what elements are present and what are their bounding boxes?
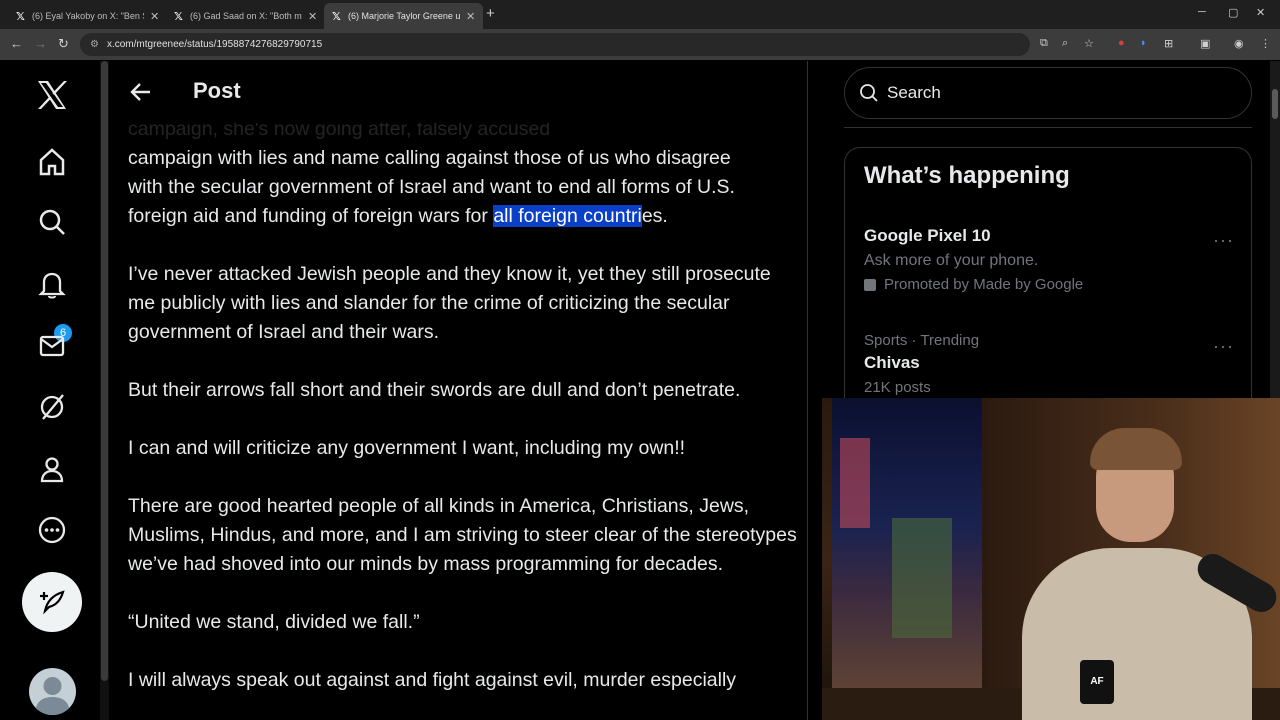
install-app-icon[interactable]: ⧉ [1040,37,1048,50]
x-favicon-icon: 𝕏 [332,10,341,23]
left-navigation: 6 [0,61,100,720]
reload-icon[interactable]: ↻ [58,36,69,52]
post-paragraph: But their arrows fall short and their sw… [128,379,741,401]
site-info-icon[interactable]: ⚙ [90,39,99,50]
promoted-text: Promoted by Made by Google [884,276,1084,293]
browser-tab-active[interactable]: 𝕏 (6) Marjorie Taylor Greene us o ✕ [324,3,484,29]
back-arrow-icon[interactable] [130,81,152,103]
url-text: x.com/mtgreenee/status/19588742768297907… [106,39,323,50]
tab-close-icon[interactable]: ✕ [150,10,159,23]
post-body: campaign, she's now going after, falsely… [128,115,798,695]
promoted-label: Promoted by Made by Google [864,276,1234,293]
trend-description: Ask more of your phone. [864,252,1039,269]
post-text-line: with the secular government of Israel an… [128,176,735,198]
divider [844,127,1252,128]
x-favicon-icon: 𝕏 [174,10,183,23]
x-favicon-icon: 𝕏 [16,10,25,23]
bookmark-star-icon[interactable]: ☆ [1084,37,1094,50]
selected-text: all foreign countri [493,205,642,227]
extension-icon[interactable]: ● [1118,37,1125,49]
nav-scrollbar[interactable] [100,61,109,720]
extension-icon[interactable]: ◗ [1140,37,1147,49]
tab-title: (6) Marjorie Taylor Greene us o [348,11,460,21]
zoom-icon[interactable]: ⌕ [1062,37,1068,50]
tab-title: (6) Eyal Yakoby on X: "Ben Shap [32,11,144,21]
maximize-icon[interactable]: ▢ [1228,6,1238,19]
main-column: Post campaign, she's now going after, fa… [110,61,808,720]
promoted-icon [864,278,876,291]
compose-post-button[interactable] [22,572,82,632]
post-header: Post [110,61,807,123]
account-avatar[interactable] [29,668,76,715]
browser-tabbar: 𝕏 (6) Eyal Yakoby on X: "Ben Shap ✕ 𝕏 (6… [0,0,1280,29]
close-window-icon[interactable]: ✕ [1256,6,1265,19]
grok-icon[interactable] [34,389,70,425]
search-placeholder: Search [887,83,941,102]
more-options-icon[interactable]: ··· [1213,230,1234,251]
page-scrollbar[interactable] [1270,61,1280,401]
post-text-fragment: foreign aid and funding of foreign wars … [128,205,494,227]
explore-icon[interactable] [34,204,70,240]
webcam-city-light [892,518,952,638]
page-title: Post [193,78,241,103]
profile-icon[interactable] [34,451,70,487]
more-icon[interactable] [34,512,70,548]
back-nav-icon[interactable]: ← [10,36,23,51]
post-paragraph: I’ve never attacked Jewish people and th… [128,263,771,343]
tab-title: (6) Gad Saad on X: "Both my wi [190,11,302,21]
browser-tab[interactable]: 𝕏 (6) Eyal Yakoby on X: "Ben Shap ✕ [8,3,167,29]
tab-close-icon[interactable]: ✕ [308,10,317,23]
x-logo-icon[interactable] [34,77,70,113]
profile-account-icon[interactable]: ◉ [1234,37,1244,50]
post-paragraph: “United we stand, divided we fall.” [128,611,420,633]
search-icon [860,84,878,102]
forward-nav-icon[interactable]: → [34,36,47,51]
mug-logo: AF [1090,676,1104,687]
post-paragraph: I will always speak out against and figh… [128,669,737,691]
trend-category: Sports · Trending [864,332,980,349]
extensions-puzzle-icon[interactable]: ⊞ [1164,37,1173,50]
trend-item[interactable]: Sports · Trending Chivas 21K posts ··· [864,332,1234,396]
post-paragraph: I can and will criticize any government … [128,437,686,459]
post-text-line: foreign aid and funding of foreign wars … [128,202,798,231]
trend-name: Google Pixel 10 [864,226,991,245]
post-paragraph: There are good hearted people of all kin… [128,495,797,575]
minimize-icon[interactable]: ─ [1198,6,1206,18]
home-icon[interactable] [34,144,70,180]
webcam-overlay: AF [822,398,1280,720]
address-bar[interactable]: ⚙ x.com/mtgreenee/status/195887427682979… [80,33,1030,56]
trend-name: Chivas [864,353,920,372]
browser-menu-icon[interactable]: ⋮ [1260,37,1271,50]
browser-tab[interactable]: 𝕏 (6) Gad Saad on X: "Both my wi ✕ [166,3,325,29]
trend-post-count: 21K posts [864,379,931,396]
search-input[interactable]: Search [844,67,1252,119]
webcam-city-light [840,438,870,528]
side-panel-icon[interactable]: ▣ [1200,37,1210,50]
messages-icon[interactable] [34,328,70,364]
browser-toolbar: ← → ↻ ⚙ x.com/mtgreenee/status/195887427… [0,29,1280,60]
trend-item[interactable]: Google Pixel 10 Ask more of your phone. … [864,226,1234,293]
post-text-line: campaign with lies and name calling agai… [128,147,731,169]
more-options-icon[interactable]: ··· [1213,336,1234,357]
new-tab-icon[interactable]: + [486,5,495,22]
webcam-person-hair [1090,428,1182,470]
tab-close-icon[interactable]: ✕ [466,10,475,23]
notifications-icon[interactable] [34,266,70,302]
post-text-fragment: es. [641,205,668,227]
panel-title: What’s happening [864,162,1070,189]
